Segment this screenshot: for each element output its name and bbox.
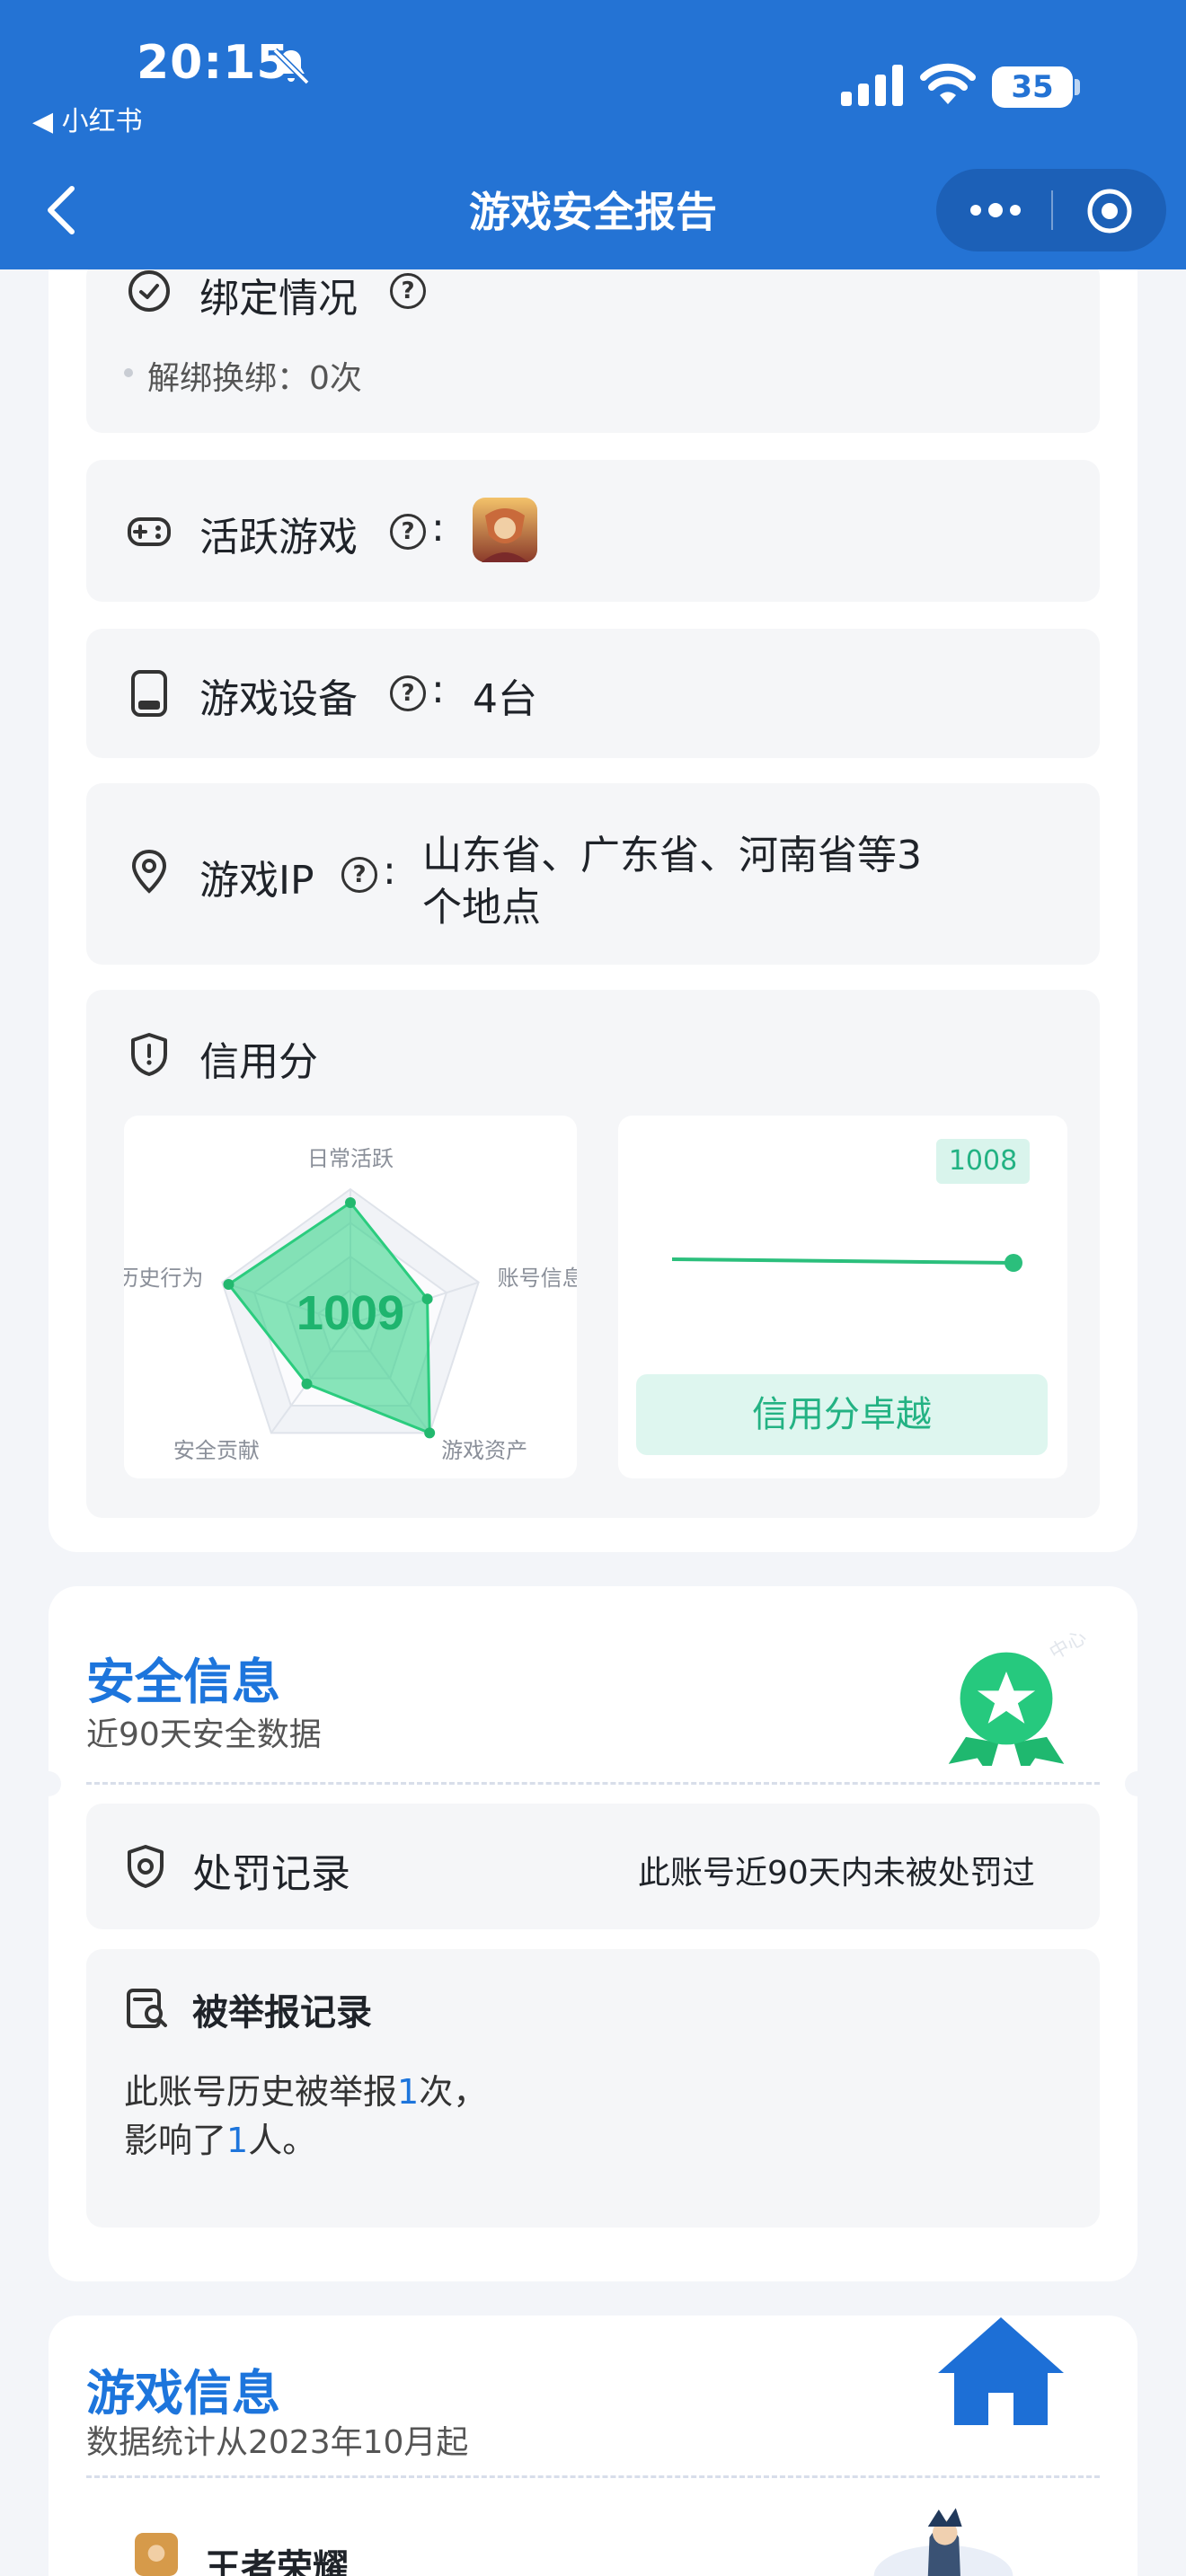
report-people: 1 xyxy=(226,2121,249,2160)
status-time: 20:15 xyxy=(137,36,290,90)
security-subtitle: 近90天安全数据 xyxy=(86,1716,322,1753)
ip-colon: : xyxy=(383,848,396,894)
active-game-colon: : xyxy=(431,505,445,551)
shield-icon xyxy=(131,1033,167,1076)
devices-count: 4台 xyxy=(473,676,537,722)
close-miniapp-icon[interactable] xyxy=(1085,187,1134,235)
radar-chart: 日常活跃账号信息游戏资产 安全贡献 历史行为 1009 xyxy=(124,1147,577,1463)
report-count: 1 xyxy=(397,2072,420,2112)
back-to-app-link[interactable]: ◀ 小红书 xyxy=(32,99,143,138)
unbind-count: 解绑换绑：0次 xyxy=(147,360,362,397)
radar-axis-label: 游戏资产 xyxy=(441,1439,527,1463)
radar-chart-box: 日常活跃账号信息游戏资产 安全贡献 历史行为 1009 xyxy=(124,1116,577,1478)
wifi-icon xyxy=(920,63,976,104)
gamepad-icon xyxy=(128,517,171,546)
capsule-divider xyxy=(1051,190,1053,230)
devices-colon: : xyxy=(431,666,445,712)
active-game-help-icon[interactable]: ? xyxy=(390,514,426,550)
shield-check-icon xyxy=(128,1845,164,1888)
radar-axis-label: 日常活跃 xyxy=(307,1147,394,1171)
radar-point xyxy=(421,1293,433,1305)
binding-title: 绑定情况 xyxy=(199,276,358,322)
security-title: 安全信息 xyxy=(86,1654,280,1710)
radar-point xyxy=(345,1197,356,1208)
ip-help-icon[interactable]: ? xyxy=(341,857,377,893)
battery-tip xyxy=(1075,79,1080,95)
radar-axis-label: 历史行为 xyxy=(124,1266,203,1291)
punish-value: 此账号近90天内未被处罚过 xyxy=(638,1855,1035,1892)
radar-point xyxy=(424,1427,436,1439)
notch-right xyxy=(1125,1771,1150,1796)
credit-score-value: 1009 xyxy=(296,1286,404,1340)
hero-character-image xyxy=(873,2508,1013,2576)
game-name: 王者荣耀 xyxy=(205,2547,349,2576)
report-line2-suffix: 人。 xyxy=(248,2121,317,2160)
top-bar: 20:15 ◀ 小红书 35 游戏安全报告 xyxy=(0,0,1186,269)
report-line-2: 影响了1人。 xyxy=(124,2113,316,2162)
svg-text:中心: 中心 xyxy=(1046,1631,1090,1663)
report-line1-suffix: 次， xyxy=(419,2072,488,2112)
report-line1-prefix: 此账号历史被举报 xyxy=(124,2072,398,2112)
devices-help-icon[interactable]: ? xyxy=(390,675,426,711)
mute-bell-icon xyxy=(272,48,310,85)
bullet-dot xyxy=(124,368,133,377)
score-tag: 1008 xyxy=(936,1139,1030,1184)
ip-locations-line1: 山东省、广东省、河南省等3 xyxy=(422,833,922,878)
radar-point xyxy=(301,1378,313,1389)
credit-title: 信用分 xyxy=(199,1039,318,1085)
radar-axis-label: 安全贡献 xyxy=(173,1439,260,1463)
dashed-divider xyxy=(86,1782,1100,1785)
game-hero-icon[interactable] xyxy=(473,498,537,562)
radar-axis-label: 账号信息 xyxy=(498,1266,577,1291)
ip-title: 游戏IP xyxy=(199,858,314,904)
binding-help-icon[interactable]: ? xyxy=(390,273,426,309)
security-badge-icon: 中心 xyxy=(948,1631,1090,1766)
notch-left xyxy=(36,1771,61,1796)
device-icon xyxy=(131,670,167,717)
dashed-divider-2 xyxy=(86,2475,1100,2478)
devices-title: 游戏设备 xyxy=(199,676,358,722)
location-pin-icon xyxy=(131,849,167,894)
report-line-1: 此账号历史被举报1次， xyxy=(124,2064,487,2113)
check-circle-icon xyxy=(128,270,170,312)
radar-point xyxy=(223,1278,235,1290)
punish-title: 处罚记录 xyxy=(192,1851,350,1897)
battery-level: 35 xyxy=(992,66,1073,108)
report-title: 被举报记录 xyxy=(192,1992,372,2033)
miniapp-capsule xyxy=(936,169,1166,251)
report-search-icon xyxy=(127,1989,167,2028)
game-info-subtitle: 数据统计从2023年10月起 xyxy=(86,2424,469,2461)
home-icon[interactable] xyxy=(929,2314,1073,2430)
credit-level-badge[interactable]: 信用分卓越 xyxy=(636,1374,1048,1455)
ip-locations-line2: 个地点 xyxy=(422,885,541,931)
more-dots-icon[interactable] xyxy=(969,194,1022,226)
cell-signal-icon xyxy=(841,65,903,106)
game-info-title: 游戏信息 xyxy=(86,2365,280,2422)
active-game-title: 活跃游戏 xyxy=(199,515,358,560)
game-logo-icon xyxy=(135,2533,178,2576)
report-line2-prefix: 影响了 xyxy=(124,2121,227,2160)
